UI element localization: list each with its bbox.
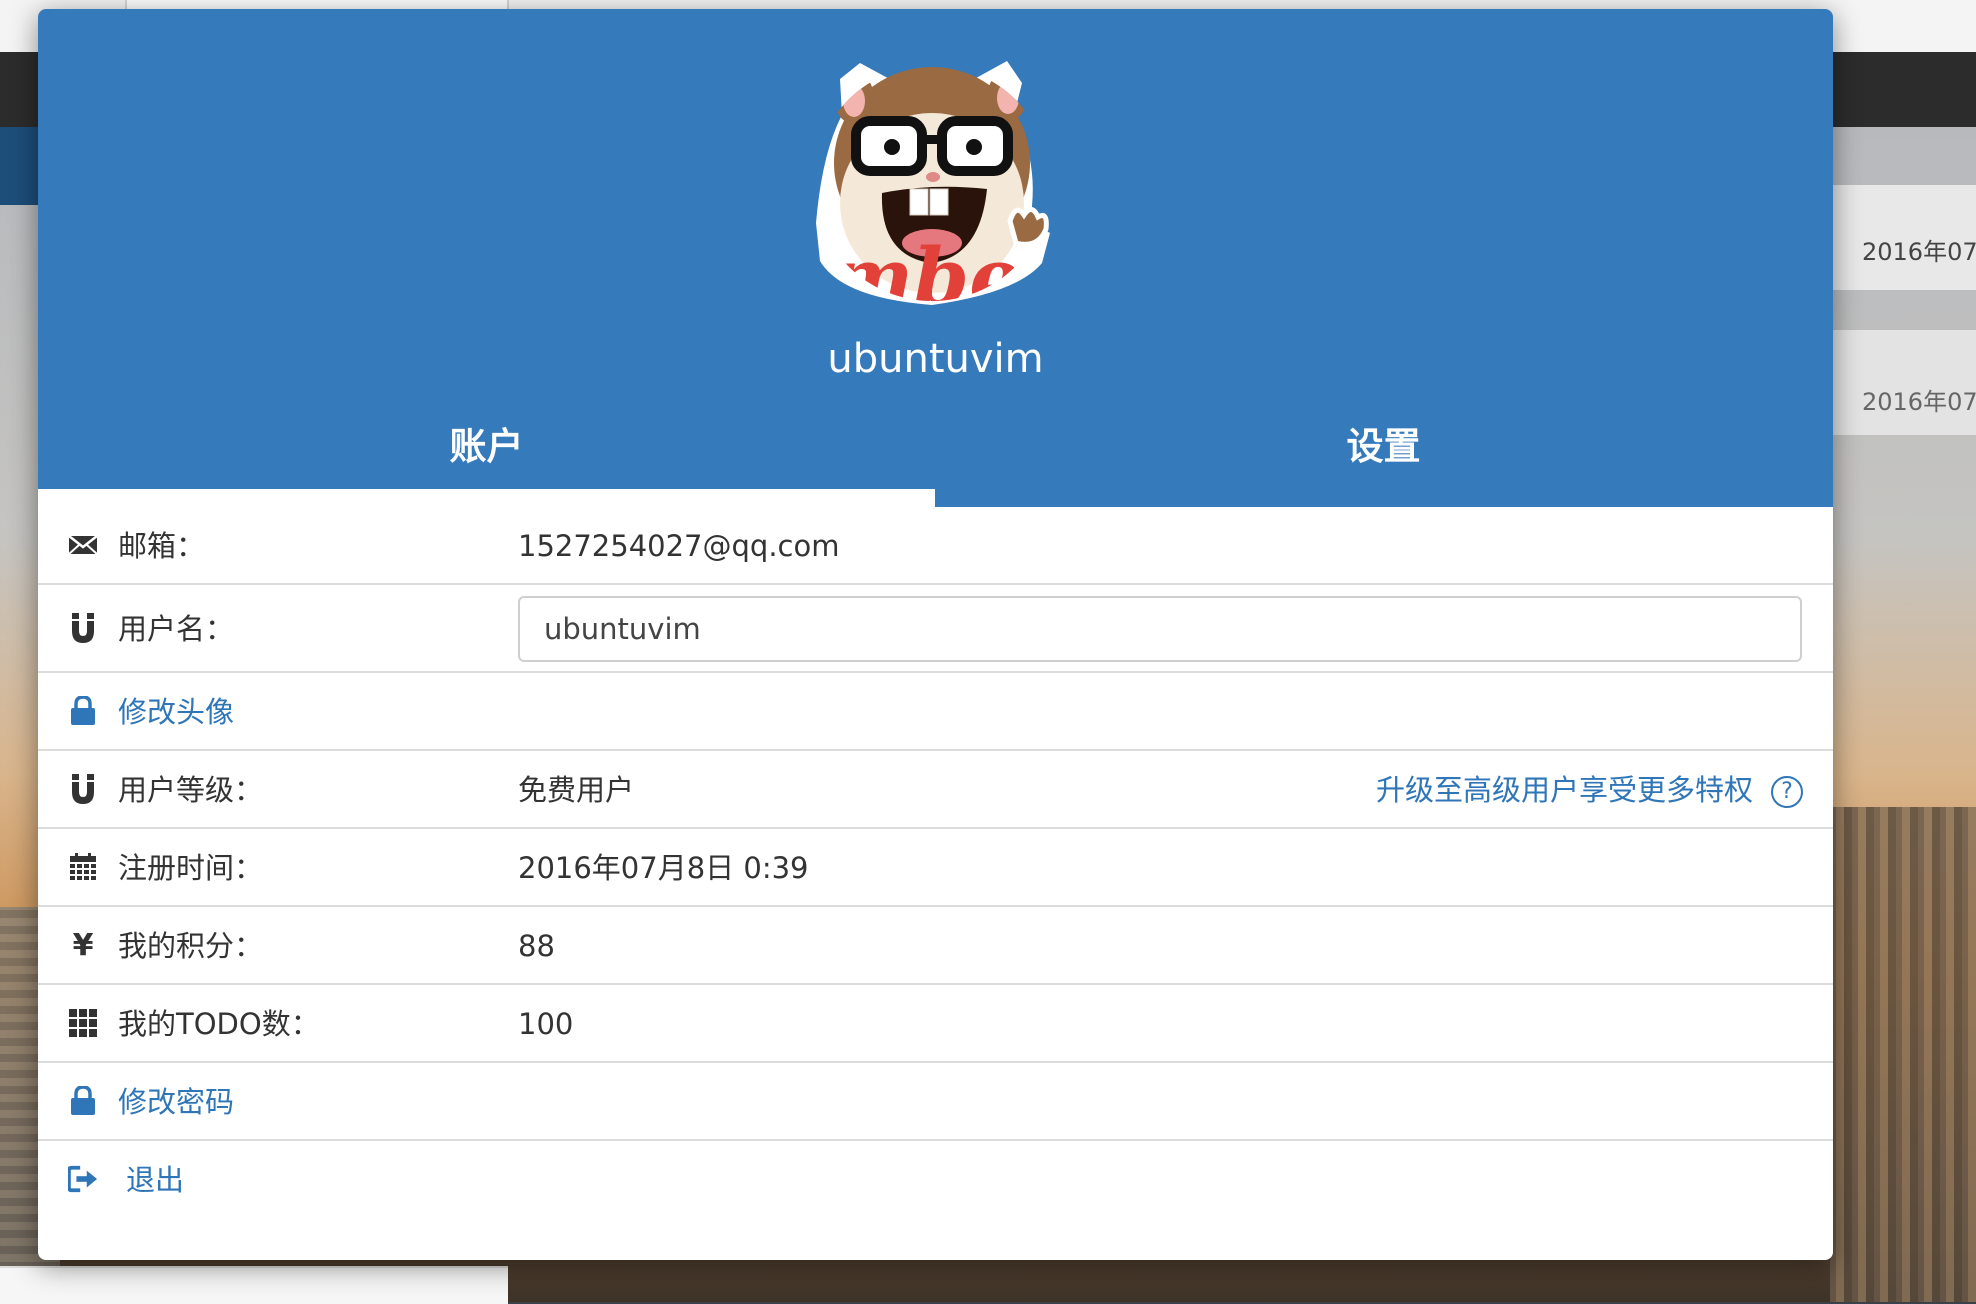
change-avatar-row[interactable]: 修改头像: [38, 673, 1833, 751]
change-password-link[interactable]: 修改密码: [118, 1063, 234, 1141]
background-left-strip: [0, 127, 40, 205]
user-level-value: 免费用户: [518, 773, 635, 807]
tab-settings[interactable]: 设置: [935, 411, 1832, 483]
todo-count-row: 我的TODO数： 100: [38, 985, 1833, 1063]
logout-link[interactable]: 退出: [126, 1141, 184, 1219]
register-time-row: 注册时间： 2016年07月8日 0:39: [38, 829, 1833, 907]
avatar[interactable]: ember: [802, 43, 1062, 333]
grid-icon: [68, 1008, 98, 1038]
todo-count-label: 我的TODO数：: [118, 1007, 320, 1041]
user-level-label: 用户等级：: [118, 773, 264, 807]
calendar-icon: [68, 852, 98, 882]
email-label: 邮箱：: [118, 529, 206, 563]
yen-icon: ¥: [72, 927, 94, 963]
todo-count-value: 100: [518, 1007, 574, 1041]
username-row: 用户名：: [38, 585, 1833, 673]
lock-icon: [68, 696, 98, 726]
lock-icon: [68, 1086, 98, 1116]
upgrade-link[interactable]: 升级至高级用户享受更多特权: [1376, 751, 1753, 829]
background-bottom-panel: [0, 1266, 508, 1304]
profile-username: ubuntuvim: [827, 336, 1044, 382]
help-icon[interactable]: ?: [1771, 776, 1803, 808]
logout-icon: [68, 1164, 98, 1194]
points-label: 我的积分：: [118, 929, 264, 963]
points-value: 88: [518, 929, 555, 963]
email-row: 邮箱： 1527254027@qq.com: [38, 507, 1833, 585]
email-value: 1527254027@qq.com: [518, 529, 840, 563]
profile-header: ember ubuntuvim 账户 设置: [38, 9, 1833, 515]
account-details: 邮箱： 1527254027@qq.com 用户名： 修改头像 用户等级： 免费…: [38, 507, 1833, 1225]
background-todo-date: 2016年07月: [1862, 388, 1976, 416]
points-row: ¥ 我的积分： 88: [38, 907, 1833, 985]
username-input[interactable]: [518, 596, 1802, 662]
magnet-icon: [68, 613, 98, 643]
user-level-row: 用户等级： 免费用户 升级至高级用户享受更多特权 ?: [38, 751, 1833, 829]
tab-account[interactable]: 账户: [38, 411, 935, 483]
envelope-icon: [68, 530, 98, 560]
background-todo-date: 2016年07月: [1862, 238, 1976, 266]
username-label: 用户名：: [118, 612, 235, 646]
register-time-label: 注册时间：: [118, 851, 264, 885]
register-time-value: 2016年07月8日 0:39: [518, 851, 809, 885]
change-password-row[interactable]: 修改密码: [38, 1063, 1833, 1141]
magnet-icon: [68, 774, 98, 804]
change-avatar-link[interactable]: 修改头像: [118, 673, 234, 751]
logout-row[interactable]: 退出: [38, 1141, 1833, 1225]
user-profile-modal: ember ubuntuvim 账户 设置 邮箱： 1527254027@qq.…: [38, 9, 1833, 1260]
